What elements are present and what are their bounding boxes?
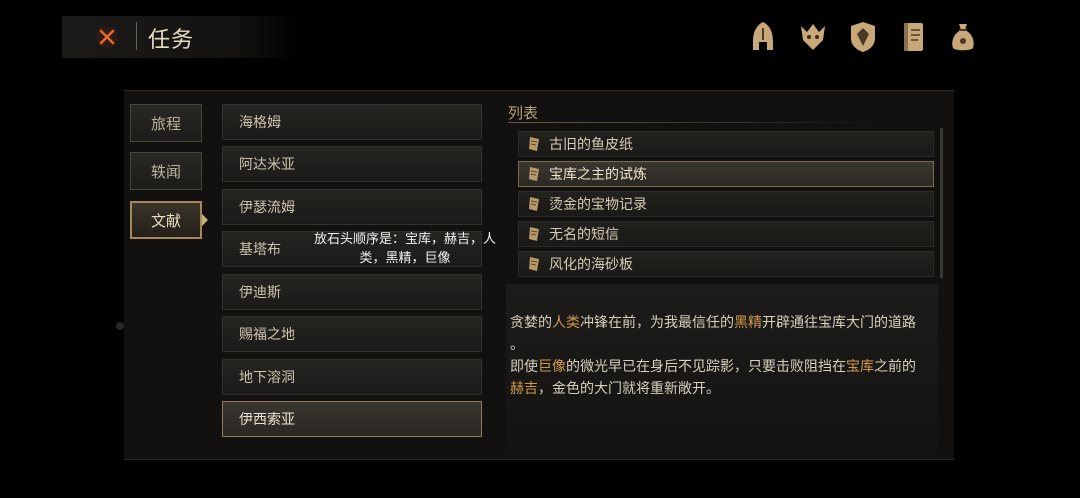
close-button[interactable] [92, 22, 122, 52]
beast-sigil-button[interactable] [796, 18, 830, 56]
keyword-human: 人类 [552, 315, 580, 331]
scroll-icon [529, 167, 539, 181]
helmet-button[interactable] [746, 18, 780, 56]
location-item[interactable]: 海格姆 [222, 104, 482, 140]
document-item[interactable]: 烫金的宝物记录 [518, 191, 934, 217]
location-item[interactable]: 地下溶洞 [222, 359, 482, 395]
hint-line-2: 类，黑精，巨像 [359, 251, 451, 266]
category-tab-documents[interactable]: 文献 [130, 201, 202, 239]
document-label: 风化的海砂板 [549, 257, 633, 273]
category-tab-journey[interactable]: 旅程 [130, 104, 202, 142]
side-indicator [116, 322, 124, 330]
coin-bag-icon [952, 24, 974, 51]
close-icon [96, 26, 118, 48]
scroll-icon [529, 227, 539, 241]
description-line-1: 贪婪的人类冲锋在前，为我最信任的黑精开辟通往宝库大门的道路 [510, 315, 916, 331]
hint-overlay: 放石头顺序是：宝库，赫吉，人 类，黑精，巨像 [290, 230, 520, 268]
coin-bag-button[interactable] [946, 18, 980, 56]
beast-sigil-icon [801, 24, 825, 50]
document-item[interactable]: 无名的短信 [518, 221, 934, 247]
document-item[interactable]: 风化的海砂板 [518, 251, 934, 277]
active-tab-arrow [202, 214, 208, 226]
keyword-heji: 赫吉 [510, 381, 538, 397]
document-item[interactable]: 古旧的鱼皮纸 [518, 131, 934, 157]
description-line-3: 赫吉，金色的大门就将重新敞开。 [510, 381, 720, 397]
location-item[interactable]: 赐福之地 [222, 316, 482, 352]
journal-button[interactable] [896, 18, 930, 56]
description-line-1-tail: 。 [510, 337, 524, 353]
scroll-icon [529, 137, 539, 151]
list-scrollbar[interactable] [940, 128, 943, 278]
description-text: 贪婪的人类冲锋在前，为我最信任的黑精开辟通往宝库大门的道路 。 即使巨像的微光早… [510, 312, 940, 400]
document-label: 无名的短信 [549, 227, 619, 243]
document-label: 古旧的鱼皮纸 [549, 137, 633, 153]
scroll-icon [529, 257, 539, 271]
document-label: 宝库之主的试炼 [549, 167, 647, 183]
location-item-selected[interactable]: 伊西索亚 [222, 401, 482, 437]
hint-line-1: 放石头顺序是：宝库，赫吉，人 [313, 232, 496, 247]
location-item[interactable]: 阿达米亚 [222, 146, 482, 182]
keyword-vault: 宝库 [846, 359, 874, 375]
keyword-black-elf: 黑精 [734, 315, 762, 331]
page-title: 任务 [148, 28, 195, 53]
top-menu [746, 18, 980, 56]
journal-icon [904, 23, 923, 51]
document-item-selected[interactable]: 宝库之主的试炼 [518, 161, 934, 187]
list-title-rule [508, 122, 888, 123]
location-item[interactable]: 伊瑟流姆 [222, 189, 482, 225]
document-label: 烫金的宝物记录 [549, 197, 647, 213]
category-tab-anecdotes[interactable]: 轶闻 [130, 152, 202, 190]
shield-crest-button[interactable] [846, 18, 880, 56]
keyword-colossus: 巨像 [538, 359, 566, 375]
list-title: 列表 [508, 104, 539, 122]
description-line-2: 即使巨像的微光早已在身后不见踪影，只要击败阻挡在宝库之前的 [510, 359, 916, 375]
title-divider [136, 22, 137, 50]
shield-crest-icon [851, 22, 875, 52]
scroll-icon [529, 197, 539, 211]
location-item[interactable]: 伊迪斯 [222, 274, 482, 310]
helmet-icon [753, 22, 773, 50]
